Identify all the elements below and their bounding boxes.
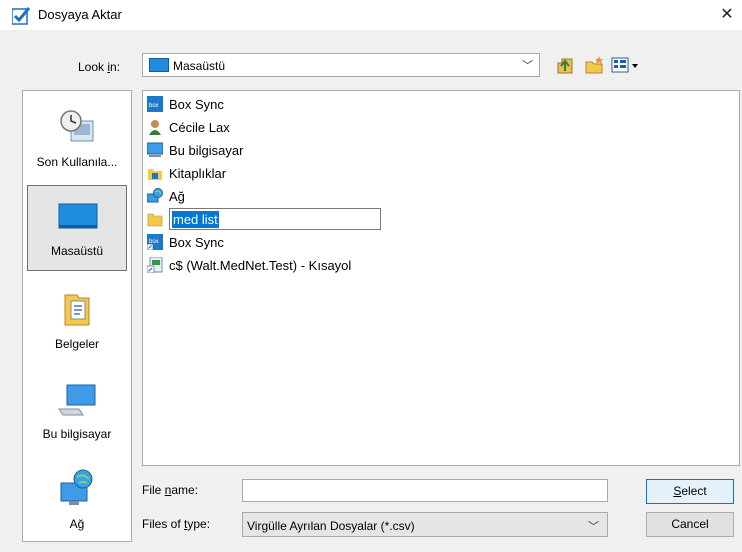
computer-icon — [147, 142, 163, 157]
place-label: Son Kullanıla... — [36, 155, 118, 169]
place-documents[interactable]: Belgeler — [27, 279, 127, 365]
checkmark-icon — [12, 7, 30, 25]
look-in-combo[interactable]: Masaüstü ﹀ — [142, 53, 540, 77]
look-in-value: Masaüstü — [173, 59, 226, 73]
documents-icon — [64, 294, 90, 326]
place-desktop[interactable]: Masaüstü — [27, 185, 127, 271]
box-shortcut-icon: box — [147, 234, 163, 250]
chevron-down-icon: ﹀ — [522, 60, 533, 72]
select-button[interactable]: Select — [646, 479, 734, 504]
user-folder-icon — [149, 120, 161, 135]
file-list[interactable]: box Box Sync Cécile Lax Bu bilgisayar Ki… — [142, 90, 740, 466]
desktop-icon — [58, 203, 98, 229]
file-type-value: Virgülle Ayrılan Dosyalar (*.csv) — [247, 519, 415, 533]
recent-places-icon — [60, 110, 94, 142]
close-button[interactable]: ✕ — [712, 0, 742, 30]
place-label: Bu bilgisayar — [42, 427, 112, 441]
box-icon: box — [147, 96, 163, 112]
desktop-icon — [149, 58, 169, 72]
file-name-label: File name: — [142, 483, 199, 497]
folder-icon — [147, 213, 163, 227]
up-folder-icon[interactable] — [554, 55, 576, 75]
look-in-label: Look in: — [78, 60, 121, 74]
rename-selected-text: med list — [172, 211, 219, 228]
list-item-renaming[interactable]: med list — [147, 208, 387, 230]
new-folder-icon[interactable] — [584, 55, 606, 75]
network-icon — [60, 469, 93, 505]
network-icon — [147, 188, 163, 203]
file-type-combo[interactable]: Virgülle Ayrılan Dosyalar (*.csv) ﹀ — [242, 512, 608, 537]
this-pc-icon — [58, 384, 96, 416]
cancel-button[interactable]: Cancel — [646, 512, 734, 537]
rename-input[interactable]: med list — [169, 208, 381, 230]
file-name-input[interactable] — [242, 479, 608, 502]
place-network[interactable]: Ağ — [27, 459, 127, 545]
shortcut-icon — [147, 257, 163, 273]
place-label: Ağ — [69, 517, 85, 531]
files-of-type-label: Files of type: — [142, 517, 211, 531]
libraries-icon — [148, 169, 162, 180]
place-this-pc[interactable]: Bu bilgisayar — [27, 369, 127, 455]
place-label: Belgeler — [54, 337, 100, 351]
chevron-down-icon: ﹀ — [588, 521, 599, 533]
places-bar: Son Kullanıla... Masaüstü Belgeler Bu bi… — [22, 90, 132, 542]
view-menu-icon[interactable] — [610, 55, 640, 75]
place-recent[interactable]: Son Kullanıla... — [27, 97, 127, 183]
window-title: Dosyaya Aktar — [38, 7, 122, 22]
svg-text:box: box — [149, 103, 159, 109]
title-bar: Dosyaya Aktar ✕ — [0, 0, 742, 30]
place-label: Masaüstü — [50, 244, 104, 258]
